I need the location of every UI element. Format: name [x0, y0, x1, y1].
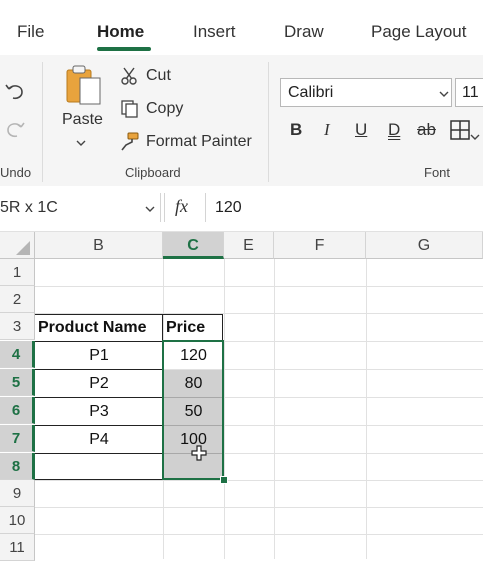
- paintbrush-icon: [121, 132, 139, 151]
- tab-draw[interactable]: Draw: [284, 22, 324, 42]
- select-all-button[interactable]: [0, 232, 35, 259]
- font-name-select[interactable]: Calibri: [280, 78, 452, 107]
- paste-icon[interactable]: [64, 64, 104, 111]
- ribbon-divider: [42, 62, 43, 182]
- double-underline-button[interactable]: D: [388, 120, 400, 140]
- copy-button[interactable]: Copy: [120, 99, 183, 119]
- cut-label: Cut: [146, 67, 171, 84]
- table-border: [35, 479, 163, 480]
- font-size-value: 11: [462, 84, 479, 101]
- column-header-g[interactable]: G: [366, 232, 483, 259]
- strikethrough-button[interactable]: ab: [417, 120, 436, 140]
- font-name-value: Calibri: [288, 84, 334, 101]
- gridline: [35, 534, 483, 535]
- row-header[interactable]: 11: [0, 534, 35, 561]
- name-box[interactable]: 5R x 1C: [0, 193, 161, 222]
- formula-input[interactable]: 120: [215, 199, 242, 217]
- row-header[interactable]: 10: [0, 507, 35, 534]
- tab-file[interactable]: File: [17, 22, 44, 42]
- cell-price[interactable]: 50: [163, 398, 224, 425]
- tab-insert[interactable]: Insert: [193, 22, 236, 42]
- paste-dropdown-chevron-icon[interactable]: [76, 134, 86, 152]
- row-header[interactable]: 4: [0, 341, 35, 368]
- row-header[interactable]: 3: [0, 313, 35, 340]
- chevron-down-icon: [145, 206, 155, 212]
- underline-button[interactable]: U: [355, 120, 367, 140]
- cell-product[interactable]: P3: [35, 398, 163, 425]
- gridline: [35, 286, 483, 287]
- undo-group-label: Undo: [0, 165, 32, 180]
- plus-cursor-icon: [191, 445, 207, 466]
- name-box-value: 5R x 1C: [0, 199, 58, 216]
- redo-icon[interactable]: [4, 118, 26, 145]
- row-header[interactable]: 9: [0, 480, 35, 507]
- column-header-b[interactable]: B: [35, 232, 163, 259]
- row-header[interactable]: 5: [0, 369, 35, 396]
- ribbon-divider: [268, 62, 269, 182]
- gridline: [366, 259, 367, 559]
- header-cell-price[interactable]: Price: [163, 314, 224, 341]
- table-border: [35, 453, 163, 454]
- row-header[interactable]: 8: [0, 453, 35, 480]
- gridline: [224, 259, 225, 559]
- column-header-c[interactable]: C: [163, 232, 224, 259]
- row-header[interactable]: 6: [0, 397, 35, 424]
- gridline: [35, 507, 483, 508]
- insert-function-button[interactable]: fx: [175, 196, 188, 217]
- cut-button[interactable]: Cut: [120, 66, 171, 86]
- undo-icon[interactable]: [4, 80, 26, 107]
- format-painter-button[interactable]: Format Painter: [120, 132, 252, 152]
- active-tab-indicator: [97, 47, 151, 51]
- formula-divider: [205, 193, 206, 222]
- cell-product[interactable]: P1: [35, 342, 163, 369]
- row-header[interactable]: 2: [0, 286, 35, 313]
- borders-dropdown-chevron-icon[interactable]: [470, 128, 480, 146]
- scissors-icon: [121, 67, 137, 85]
- copy-icon: [121, 100, 138, 118]
- font-size-select[interactable]: 11: [455, 78, 483, 107]
- clipboard-group-label: Clipboard: [125, 165, 181, 180]
- paste-button[interactable]: Paste: [62, 111, 103, 129]
- cell-price[interactable]: 80: [163, 370, 224, 397]
- row-header[interactable]: 1: [0, 259, 35, 286]
- tab-page-layout[interactable]: Page Layout: [371, 22, 466, 42]
- italic-button[interactable]: I: [324, 120, 330, 140]
- tab-home[interactable]: Home: [97, 22, 144, 42]
- borders-icon[interactable]: [450, 120, 470, 145]
- gridline: [274, 259, 275, 559]
- row-header[interactable]: 7: [0, 425, 35, 452]
- copy-label: Copy: [146, 100, 184, 117]
- formula-divider: [164, 193, 165, 222]
- fill-handle[interactable]: [220, 476, 228, 484]
- column-header-e[interactable]: E: [224, 232, 274, 259]
- font-group-label: Font: [424, 165, 451, 180]
- header-cell-product-name[interactable]: Product Name: [35, 314, 163, 341]
- bold-button[interactable]: B: [290, 120, 302, 140]
- cell-product[interactable]: P2: [35, 370, 163, 397]
- format-painter-label: Format Painter: [146, 133, 252, 150]
- cell-product[interactable]: P4: [35, 426, 163, 453]
- column-header-f[interactable]: F: [274, 232, 366, 259]
- chevron-down-icon: [439, 91, 449, 97]
- gridline: [35, 480, 483, 481]
- cell-price[interactable]: 120: [163, 342, 224, 369]
